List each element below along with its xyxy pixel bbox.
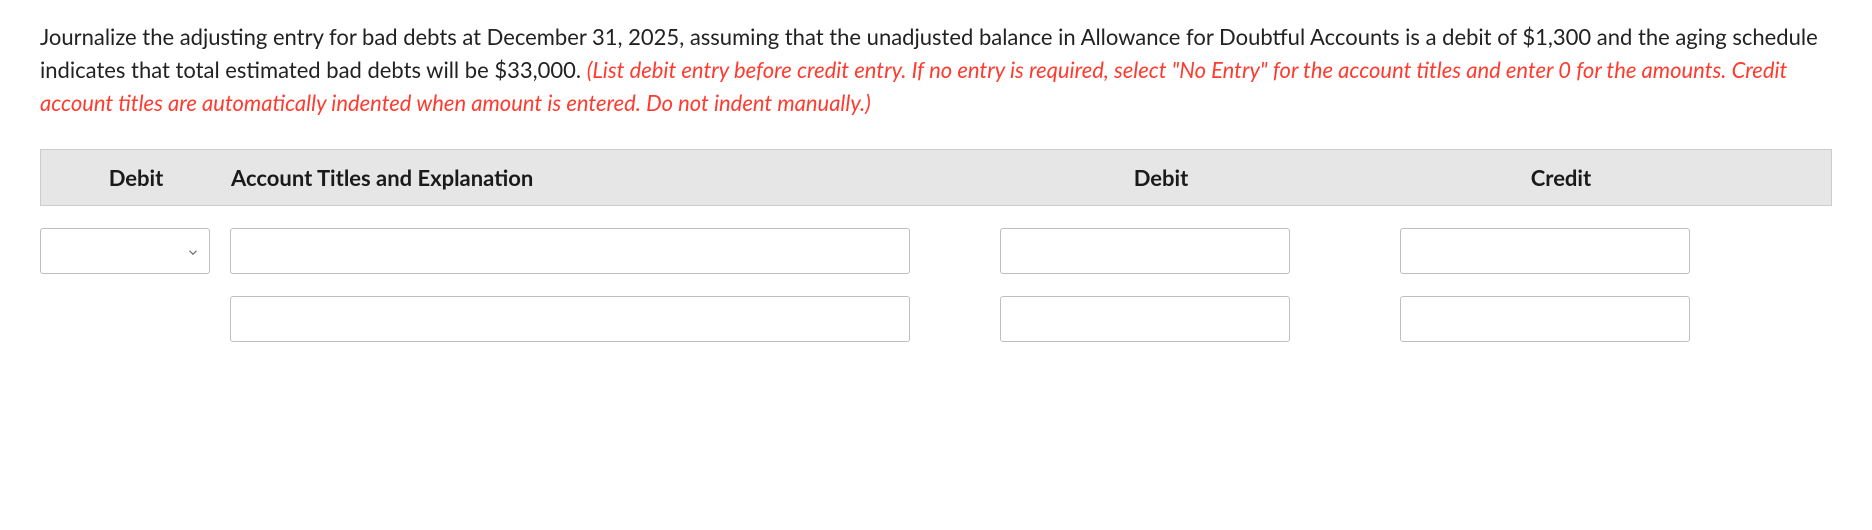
journal-entry-table: Debit Account Titles and Explanation Deb… [40, 149, 1832, 342]
table-header-row: Debit Account Titles and Explanation Deb… [40, 149, 1832, 206]
header-date: Debit [41, 150, 231, 205]
credit-amount-input[interactable] [1400, 228, 1690, 274]
account-title-input[interactable] [230, 296, 910, 342]
credit-amount-input[interactable] [1400, 296, 1690, 342]
row2-date-cell [40, 296, 230, 342]
account-title-input[interactable] [230, 228, 910, 274]
row1-credit-cell [1360, 228, 1760, 274]
row1-debit-cell [960, 228, 1360, 274]
row1-date-cell [40, 228, 230, 274]
debit-amount-input[interactable] [1000, 228, 1290, 274]
header-account-titles: Account Titles and Explanation [231, 150, 961, 205]
header-debit: Debit [961, 150, 1361, 205]
debit-amount-input[interactable] [1000, 296, 1290, 342]
row2-debit-cell [960, 296, 1360, 342]
question-text: Journalize the adjusting entry for bad d… [40, 20, 1832, 119]
row2-credit-cell [1360, 296, 1760, 342]
row1-title-cell [230, 228, 960, 274]
date-select[interactable] [40, 228, 210, 274]
row2-title-cell [230, 296, 960, 342]
header-credit: Credit [1361, 150, 1761, 205]
